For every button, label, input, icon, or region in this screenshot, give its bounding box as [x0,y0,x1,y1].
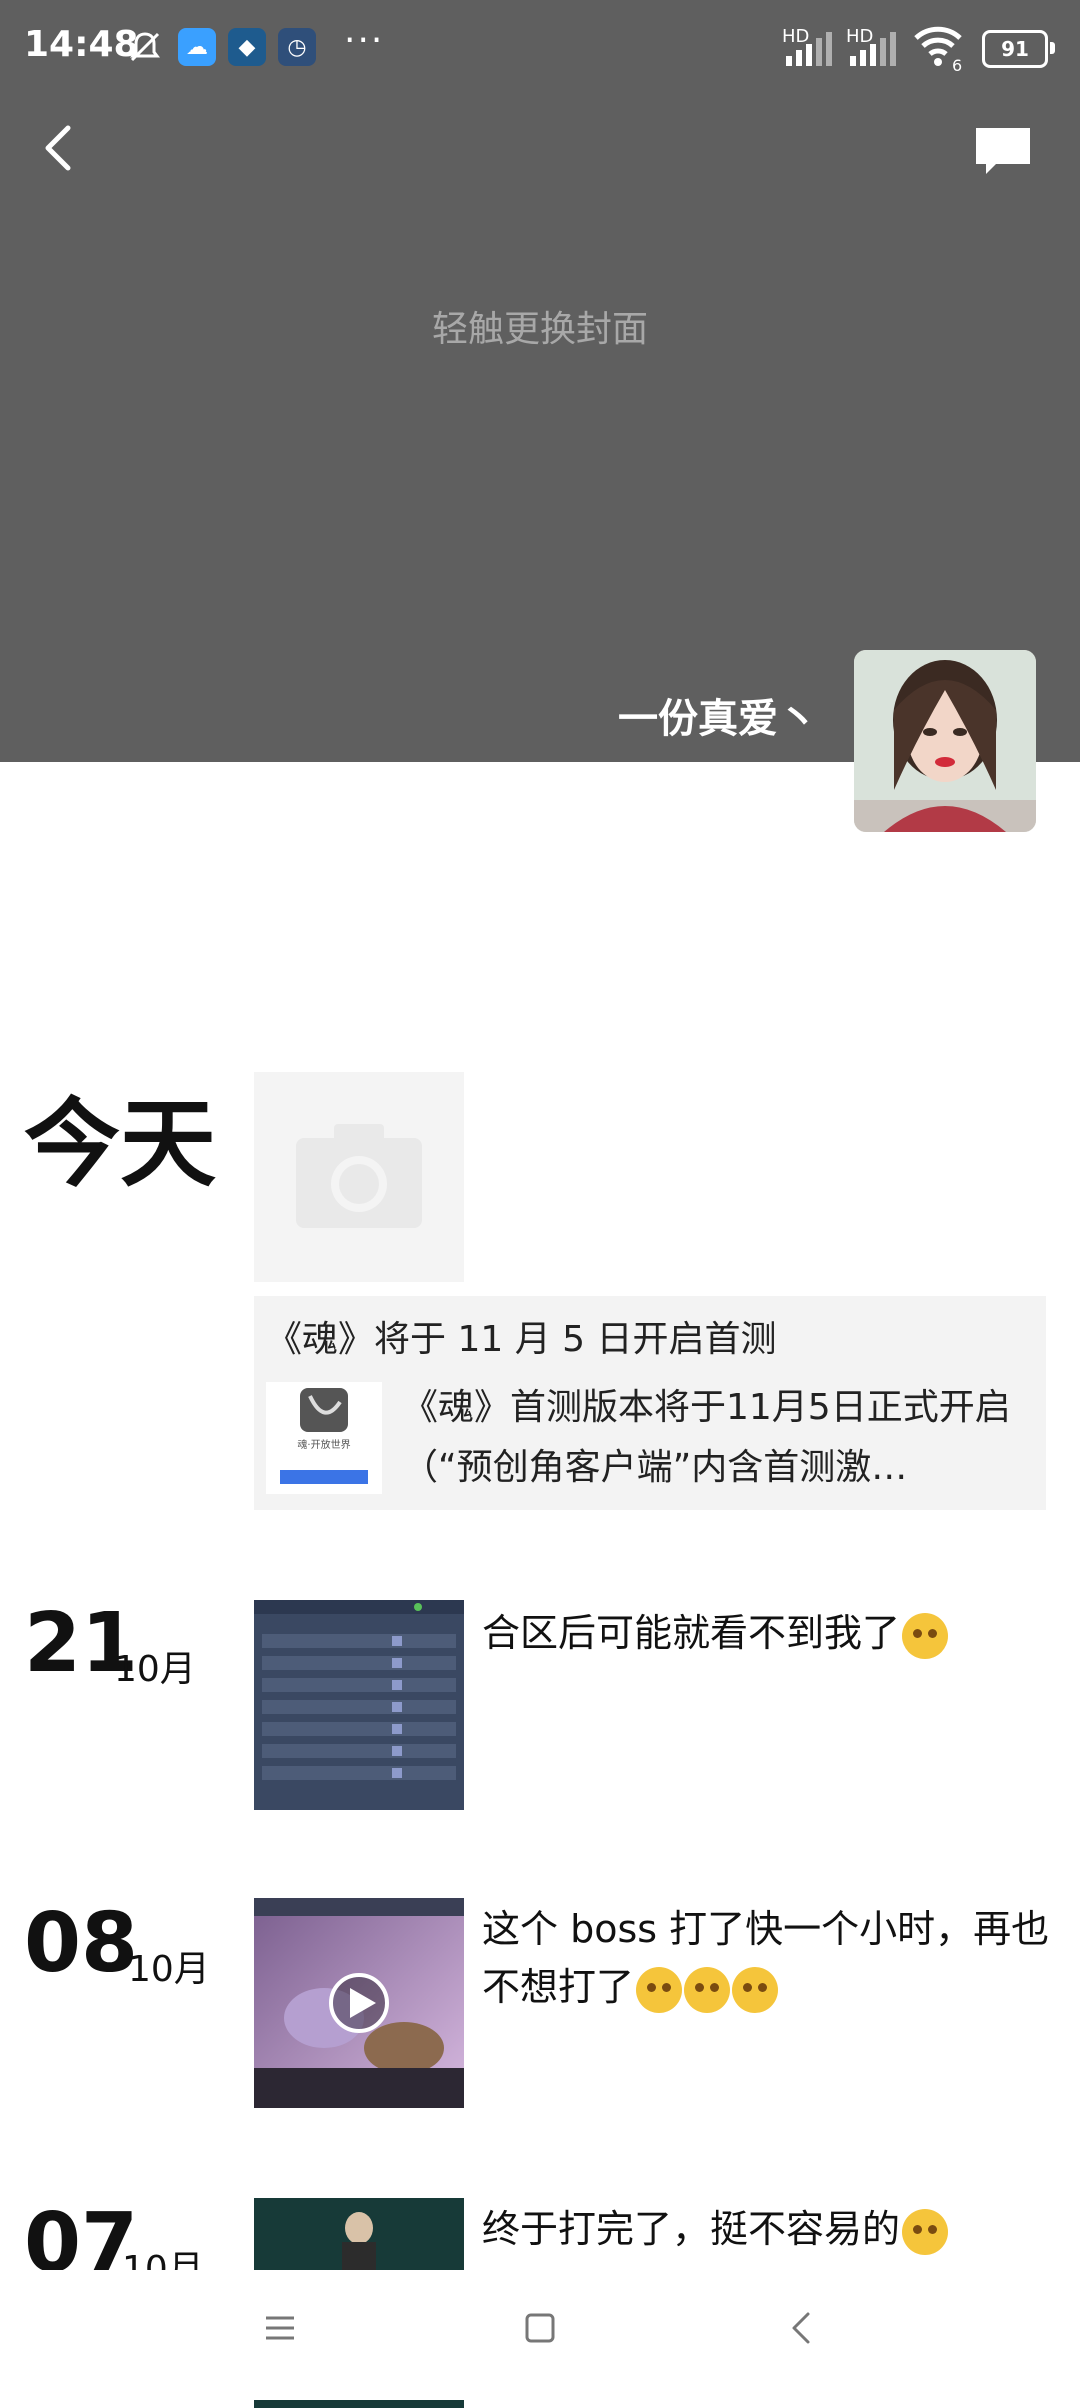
signal-bars-2-icon [850,30,896,66]
home-square-icon [525,2313,555,2343]
back-button[interactable] [32,118,92,178]
signal-bars-1-icon [786,30,832,66]
sweat-smile-emoji-icon [902,1612,949,1659]
add-photo-button[interactable] [254,1072,464,1282]
post-1-text[interactable]: 合区后可能就看不到我了 [482,1604,1042,1662]
cover-image[interactable]: 14:48 ☁ ◆ ◷ ··· HD HD 6 91 轻触更换封面 一份真爱丶 [0,0,1080,762]
battery-level: 91 [1001,37,1029,61]
post-1-image[interactable] [254,1600,464,1810]
username[interactable]: 一份真爱丶 [618,686,818,744]
battery-icon: 91 [982,30,1055,68]
cover-hint[interactable]: 轻触更换封面 [0,300,1080,352]
thumb-caption: 魂·开放世界 [297,1440,351,1451]
menu-nav-button[interactable] [262,2310,298,2346]
system-nav-bar [0,2270,1080,2400]
post-2-video[interactable] [254,1898,464,2108]
status-bar: 14:48 ☁ ◆ ◷ ··· HD HD 6 91 [0,0,1080,96]
post-3-caption: 终于打完了，挺不容易的 [482,2207,901,2251]
avatar[interactable] [854,650,1036,832]
mute-bell-icon [126,28,164,66]
shared-article-thumbnail: 魂·开放世界 [266,1382,382,1494]
camera-icon [296,1124,422,1228]
post-1-caption: 合区后可能就看不到我了 [482,1611,901,1655]
shared-article-description: 《魂》首测版本将于11月5日正式开启（“预创角客户端”内含首测激… [402,1387,1011,1488]
menu-icon [266,2316,294,2340]
cloud-app-icon: ☁ [178,28,216,66]
more-notifications-icon: ··· [344,20,385,61]
post-1-month: 10月 [114,1649,196,1690]
crying-emoji-icon [684,1966,731,2013]
home-nav-button[interactable] [522,2310,558,2346]
post-2-day: 08 [24,1896,139,1991]
shield-app-icon: ◆ [228,28,266,66]
crying-emoji-icon [636,1966,683,2013]
shared-article-card[interactable]: 《魂》将于 11 月 5 日开启首测 魂·开放世界 《魂》首测版本将于11月5日… [254,1296,1046,1510]
message-icon [976,128,1030,174]
wifi-label: 6 [952,56,963,75]
back-chevron-icon [792,2312,810,2344]
post-2-month: 10月 [128,1949,210,1990]
post-2-text[interactable]: 这个 boss 打了快一个小时，再也不想打了 [482,1900,1052,2016]
hug-emoji-icon [902,2208,949,2255]
shared-article-title: 《魂》将于 11 月 5 日开启首测 [266,1319,777,1360]
messages-button[interactable] [972,124,1034,178]
status-time: 14:48 [24,24,139,65]
crying-emoji-icon [732,1966,779,2013]
chevron-left-icon [45,125,71,171]
clock-app-icon: ◷ [278,28,316,66]
back-nav-button[interactable] [784,2310,820,2346]
date-today: 今天 [24,1088,216,1200]
post-3-text[interactable]: 终于打完了，挺不容易的 [482,2200,1042,2258]
